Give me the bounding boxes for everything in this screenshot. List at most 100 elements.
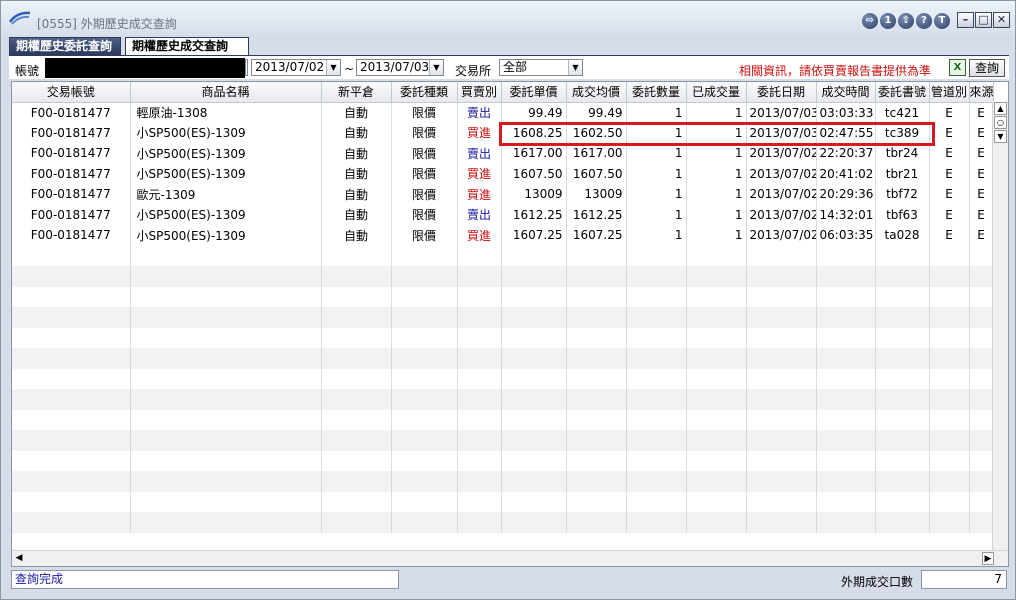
column-header-order-no[interactable]: 委託書號 <box>875 82 930 103</box>
empty-cell <box>746 450 817 471</box>
column-header-channel[interactable]: 管道別 <box>929 82 970 103</box>
excel-icon[interactable]: X <box>949 59 966 76</box>
empty-cell <box>875 450 930 471</box>
close-button[interactable]: ✕ <box>993 12 1010 28</box>
column-header-order-qty[interactable]: 委託數量 <box>626 82 687 103</box>
table-row[interactable]: F00-0181477 歐元-1309 自動 限價 買進 13009 13009 1 1 2013… <box>12 184 994 205</box>
empty-cell <box>566 286 627 307</box>
table-row[interactable]: F00-0181477 小SP500(ES)-1309 自動 限價 買進 1607.50 1… <box>12 163 994 184</box>
account-dropdown-edge[interactable] <box>245 59 248 76</box>
empty-cell <box>686 430 747 451</box>
title-bar[interactable]: [0555] 外期歷史成交查詢 ⇨ 1 ⇪ ? T – □ ✕ <box>1 1 1015 35</box>
minimize-button[interactable]: – <box>957 12 974 28</box>
table-row[interactable]: F00-0181477 小SP500(ES)-1309 自動 限價 買進 1607.25 1… <box>12 225 994 246</box>
tab-trade-history[interactable]: 期權歷史成交查詢 <box>125 37 249 55</box>
empty-cell <box>875 307 930 328</box>
info-one-icon[interactable]: 1 <box>880 13 896 29</box>
scroll-left-icon[interactable]: ◀ <box>13 552 25 565</box>
date-to-select[interactable]: 2013/07/03 ▼ <box>356 59 444 76</box>
scroll-top-icon[interactable]: ▲ <box>994 102 1007 115</box>
trade-table-container[interactable]: 交易帳號 商品名稱 新平倉 委託種類 買賣別 委託單價 成交均價 委託數量 已成交量 委託日期 成交… <box>11 81 1009 567</box>
date-from-select[interactable]: 2013/07/02 ▼ <box>251 59 341 76</box>
cell-product: 小SP500(ES)-1309 <box>130 225 322 246</box>
empty-cell <box>929 348 970 369</box>
column-header-account[interactable]: 交易帳號 <box>12 82 131 103</box>
help-icon[interactable]: ? <box>916 13 932 29</box>
empty-cell <box>457 409 502 430</box>
maximize-button[interactable]: □ <box>975 12 992 28</box>
cell-order-price: 13009 <box>501 184 567 205</box>
table-row[interactable]: F00-0181477 小SP500(ES)-1309 自動 限價 賣出 1612.25 1… <box>12 204 994 225</box>
cell-order-type: 限價 <box>391 102 458 123</box>
empty-cell <box>969 266 994 287</box>
empty-cell <box>969 348 994 369</box>
empty-cell <box>626 327 687 348</box>
horizontal-scrollbar[interactable]: ◀ ▶ <box>12 550 1008 566</box>
column-header-product[interactable]: 商品名稱 <box>130 82 322 103</box>
empty-cell <box>321 389 392 410</box>
empty-cell <box>501 286 567 307</box>
empty-cell <box>875 348 930 369</box>
empty-cell <box>501 348 567 369</box>
query-button[interactable]: 查詢 <box>969 59 1005 77</box>
chevron-down-icon[interactable]: ▼ <box>429 60 443 75</box>
empty-cell <box>12 286 131 307</box>
tab-order-history[interactable]: 期權歷史委託查詢 <box>9 37 121 55</box>
cell-order-no: tbr24 <box>875 143 930 164</box>
column-header-order-type[interactable]: 委託種類 <box>391 82 458 103</box>
cell-filled-qty: 1 <box>686 225 747 246</box>
column-header-fill-time[interactable]: 成交時間 <box>816 82 876 103</box>
column-header-filled-qty[interactable]: 已成交量 <box>686 82 747 103</box>
empty-cell <box>969 471 994 492</box>
upload-icon[interactable]: ⇪ <box>898 13 914 29</box>
account-field-redacted[interactable] <box>45 58 245 78</box>
scroll-right-icon[interactable]: ▶ <box>982 552 994 565</box>
trade-table: 交易帳號 商品名稱 新平倉 委託種類 買賣別 委託單價 成交均價 委託數量 已成交量 委託日期 成交… <box>12 82 994 533</box>
empty-cell <box>746 327 817 348</box>
empty-cell <box>12 471 131 492</box>
table-row[interactable]: F00-0181477 輕原油-1308 自動 限價 賣出 99.49 99.49 1 1 201… <box>12 102 994 123</box>
empty-cell <box>12 389 131 410</box>
empty-cell <box>929 512 970 533</box>
column-header-order-price[interactable]: 委託單價 <box>501 82 567 103</box>
empty-cell <box>969 368 994 389</box>
empty-cell <box>816 245 876 266</box>
empty-cell <box>321 491 392 512</box>
topmost-icon[interactable]: T <box>934 13 950 29</box>
cell-side: 賣出 <box>457 204 502 225</box>
scroll-down-icon[interactable]: ▼ <box>994 130 1007 143</box>
empty-cell <box>816 286 876 307</box>
empty-cell <box>501 266 567 287</box>
cell-open-close: 自動 <box>321 143 392 164</box>
cell-order-date: 2013/07/02 <box>746 225 817 246</box>
empty-cell <box>929 327 970 348</box>
export-icon[interactable]: ⇨ <box>862 13 878 29</box>
column-header-order-date[interactable]: 委託日期 <box>746 82 817 103</box>
table-row[interactable]: F00-0181477 小SP500(ES)-1309 自動 限價 賣出 1617.00 1… <box>12 143 994 164</box>
empty-cell <box>130 512 322 533</box>
exchange-select[interactable]: 全部 ▼ <box>499 59 583 76</box>
cell-account: F00-0181477 <box>12 184 131 205</box>
chevron-down-icon[interactable]: ▼ <box>568 60 582 75</box>
empty-cell <box>501 389 567 410</box>
scroll-thumb[interactable]: ○ <box>994 116 1007 129</box>
cell-open-close: 自動 <box>321 102 392 123</box>
column-header-fill-price[interactable]: 成交均價 <box>566 82 627 103</box>
empty-cell <box>929 409 970 430</box>
empty-cell <box>12 512 131 533</box>
empty-cell <box>130 286 322 307</box>
column-header-open-close[interactable]: 新平倉 <box>321 82 392 103</box>
cell-channel: E <box>929 122 970 143</box>
column-header-source[interactable]: 來源 <box>969 82 994 103</box>
column-header-side[interactable]: 買賣別 <box>457 82 502 103</box>
empty-cell <box>746 512 817 533</box>
empty-cell <box>686 368 747 389</box>
empty-cell <box>391 368 458 389</box>
cell-channel: E <box>929 204 970 225</box>
cell-order-qty: 1 <box>626 102 687 123</box>
chevron-down-icon[interactable]: ▼ <box>326 60 340 75</box>
vertical-scrollbar[interactable]: ▲ ○ ▼ <box>992 102 1008 552</box>
cell-order-type: 限價 <box>391 184 458 205</box>
empty-cell <box>391 286 458 307</box>
cell-channel: E <box>929 225 970 246</box>
